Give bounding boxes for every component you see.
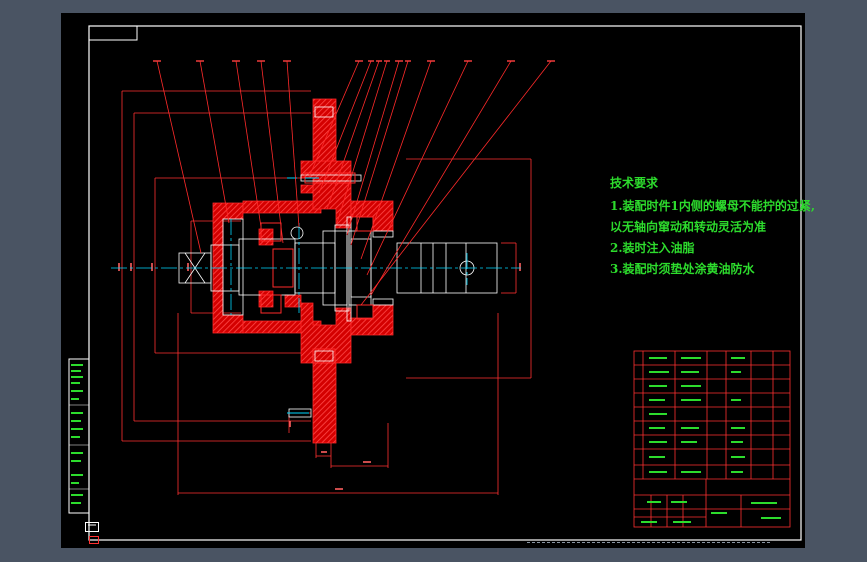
- tech-requirement-line-3: 2.装时注入油脂: [610, 241, 695, 255]
- title-block-labels: [641, 357, 781, 523]
- center-lines: [111, 219, 521, 315]
- status-bar-dash: [527, 542, 770, 543]
- tech-requirements-title: 技术要求: [610, 176, 659, 190]
- internal-parts: [178, 106, 498, 418]
- left-revision-strip: [68, 358, 90, 514]
- tech-requirement-line-4: 3.装配时须垫处涂黄油防水: [610, 262, 755, 276]
- cad-layout-tab-icon[interactable]: [89, 536, 99, 544]
- housing-section: [212, 98, 394, 444]
- title-block: [633, 350, 791, 528]
- cad-drawing-viewport[interactable]: 技术要求 1.装配时件1内侧的螺母不能拧的过紧, 以无轴向窜动和转动灵活为准 2…: [61, 13, 815, 548]
- assembly-drawing: [68, 25, 802, 541]
- tech-requirement-line-2: 以无轴向窜动和转动灵活为准: [610, 220, 767, 234]
- tech-requirement-line-1: 1.装配时件1内侧的螺母不能拧的过紧,: [610, 199, 816, 213]
- cad-model-space-icon[interactable]: [85, 522, 99, 532]
